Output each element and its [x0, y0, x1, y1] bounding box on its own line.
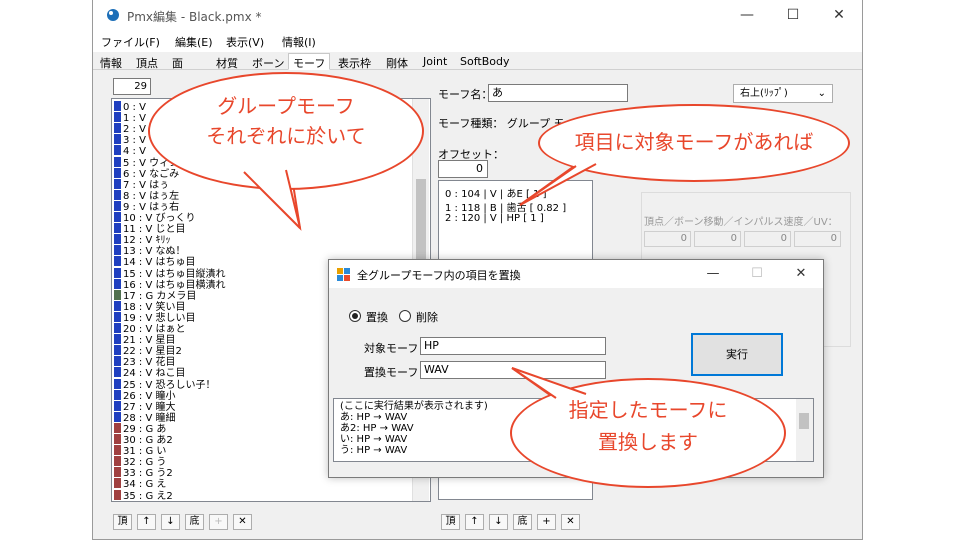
- callout-tail-overlay: [243, 163, 597, 399]
